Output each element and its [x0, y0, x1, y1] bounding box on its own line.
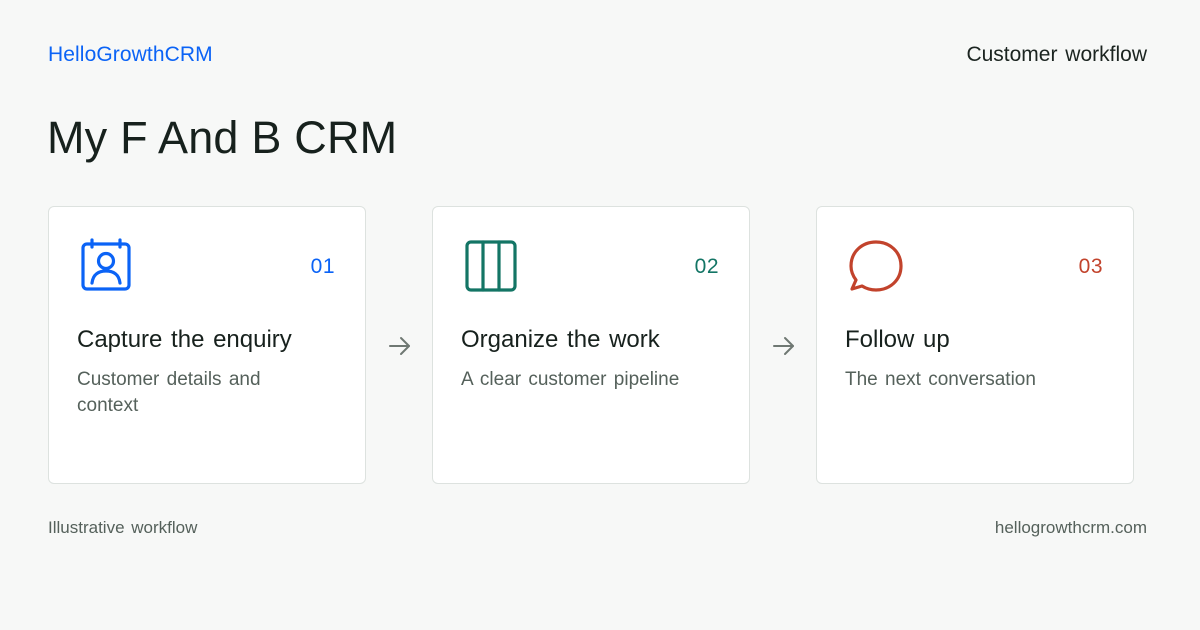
step-card-capture: 01 Capture the enquiry Customer details …: [48, 206, 366, 484]
chat-bubble-icon: [847, 238, 903, 294]
step-title: Capture the enquiry: [77, 326, 292, 353]
step-description: A clear customer pipeline: [461, 369, 680, 390]
step-description: The next conversation: [845, 369, 1036, 390]
step-title: Follow up: [845, 326, 950, 353]
arrow-right-icon: [771, 333, 797, 359]
step-title: Organize the work: [461, 326, 660, 353]
header-tagline: Customer workflow: [966, 43, 1147, 66]
step-card-follow-up: 03 Follow up The next conversation: [816, 206, 1134, 484]
contact-card-icon: [79, 238, 135, 294]
pipeline-columns-icon: [463, 238, 519, 294]
step-number: 02: [694, 255, 719, 278]
step-description: Customer details and context: [77, 369, 261, 416]
footer-website: hellogrowthcrm.com: [994, 518, 1147, 537]
step-card-organize: 02 Organize the work A clear customer pi…: [432, 206, 750, 484]
page-title: My F And B CRM: [47, 112, 398, 163]
footer-note: Illustrative workflow: [48, 518, 198, 537]
arrow-right-icon: [387, 333, 413, 359]
brand-name: HelloGrowthCRM: [48, 43, 213, 66]
step-number: 01: [310, 255, 335, 278]
step-number: 03: [1078, 255, 1103, 278]
